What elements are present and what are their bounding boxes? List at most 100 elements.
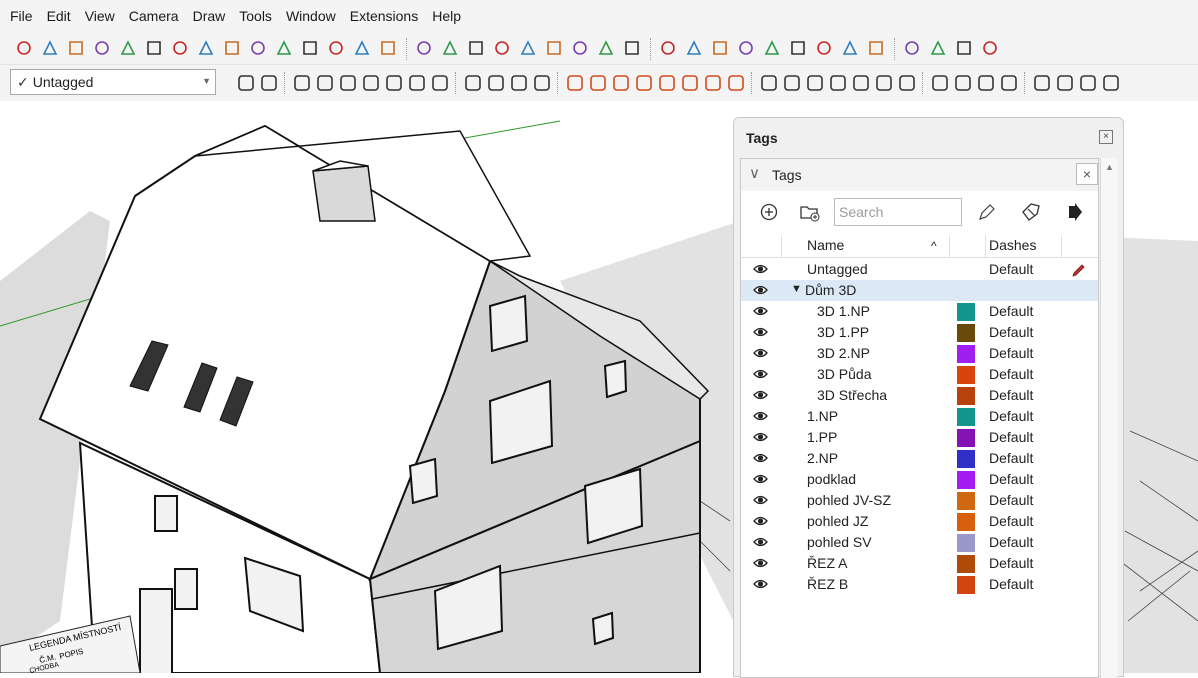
tag-dashes[interactable]: Default	[989, 387, 1033, 403]
style-tool-icon[interactable]	[634, 73, 654, 93]
tag-color-swatch[interactable]	[957, 324, 975, 342]
two-point-arc-icon[interactable]	[196, 38, 216, 58]
rotate-icon[interactable]	[466, 38, 486, 58]
style-tool-icon[interactable]	[361, 73, 381, 93]
style-tool-icon[interactable]	[1055, 73, 1075, 93]
tag-dashes[interactable]: Default	[989, 429, 1033, 445]
style-tool-icon[interactable]	[1078, 73, 1098, 93]
style-tool-icon[interactable]	[680, 73, 700, 93]
menu-draw[interactable]: Draw	[186, 8, 233, 24]
eye-icon[interactable]	[753, 536, 768, 548]
style-tool-icon[interactable]	[953, 73, 973, 93]
arc-icon[interactable]	[170, 38, 190, 58]
style-tool-icon[interactable]	[611, 73, 631, 93]
top-view-icon[interactable]	[902, 38, 922, 58]
tag-color-swatch[interactable]	[957, 303, 975, 321]
style-tool-icon[interactable]	[828, 73, 848, 93]
freehand-icon[interactable]	[40, 38, 60, 58]
polygon-icon[interactable]	[144, 38, 164, 58]
tag-row[interactable]: 3D Půda Default	[741, 364, 1098, 385]
style-tool-icon[interactable]	[759, 73, 779, 93]
iso-view-icon[interactable]	[866, 38, 886, 58]
three-point-arc-icon[interactable]	[248, 38, 268, 58]
front-view-icon[interactable]	[928, 38, 948, 58]
eye-icon[interactable]	[753, 305, 768, 317]
add-tag-icon[interactable]	[757, 200, 781, 224]
section-plane-icon[interactable]	[544, 38, 564, 58]
eye-icon[interactable]	[753, 515, 768, 527]
style-tool-icon[interactable]	[726, 73, 746, 93]
tag-dashes[interactable]: Default	[989, 261, 1033, 277]
tag-dashes[interactable]: Default	[989, 450, 1033, 466]
circle-icon[interactable]	[118, 38, 138, 58]
tag-color-swatch[interactable]	[957, 408, 975, 426]
style-tool-icon[interactable]	[565, 73, 585, 93]
style-tool-icon[interactable]	[1101, 73, 1121, 93]
eye-icon[interactable]	[753, 452, 768, 464]
style-tool-icon[interactable]	[782, 73, 802, 93]
eye-icon[interactable]	[753, 284, 768, 296]
eye-icon[interactable]	[753, 494, 768, 506]
tag-color-swatch[interactable]	[957, 513, 975, 531]
sort-ascending-icon[interactable]: ^	[931, 239, 937, 253]
tag-dashes[interactable]: Default	[989, 492, 1033, 508]
scroll-up-icon[interactable]: ▲	[1105, 162, 1114, 172]
tag-color-swatch[interactable]	[957, 534, 975, 552]
chevron-down-icon[interactable]: ∨	[749, 164, 760, 182]
eye-icon[interactable]	[753, 410, 768, 422]
zoom-extents-icon[interactable]	[736, 38, 756, 58]
tag-row[interactable]: 3D 1.NP Default	[741, 301, 1098, 322]
style-tool-icon[interactable]	[703, 73, 723, 93]
menu-tools[interactable]: Tools	[232, 8, 279, 24]
tag-row[interactable]: pohled JZ Default	[741, 511, 1098, 532]
tag-color-swatch[interactable]	[957, 429, 975, 447]
pencil-icon[interactable]	[14, 38, 34, 58]
tag-row[interactable]: Untagged Default	[741, 259, 1098, 280]
tag-color-swatch[interactable]	[957, 450, 975, 468]
tag-dashes[interactable]: Default	[989, 366, 1033, 382]
details-arrow-icon[interactable]	[1063, 200, 1087, 224]
tag-color-swatch[interactable]	[957, 366, 975, 384]
tag-color-icon[interactable]	[1019, 200, 1043, 224]
style-tool-icon[interactable]	[486, 73, 506, 93]
add-folder-icon[interactable]	[798, 200, 822, 224]
follow-me-icon[interactable]	[300, 38, 320, 58]
style-tool-icon[interactable]	[657, 73, 677, 93]
eye-icon[interactable]	[753, 263, 768, 275]
tag-row[interactable]: pohled JV-SZ Default	[741, 490, 1098, 511]
tag-row[interactable]: ŘEZ A Default	[741, 553, 1098, 574]
tag-dashes[interactable]: Default	[989, 303, 1033, 319]
scale-icon[interactable]	[492, 38, 512, 58]
zoom-window-icon[interactable]	[710, 38, 730, 58]
menu-camera[interactable]: Camera	[122, 8, 186, 24]
pan-icon[interactable]	[658, 38, 678, 58]
active-tag-dropdown[interactable]: ✓ Untagged ▼	[10, 69, 216, 95]
tag-row[interactable]: ŘEZ B Default	[741, 574, 1098, 595]
tag-color-swatch[interactable]	[957, 492, 975, 510]
tray-close-icon[interactable]: ×	[1099, 130, 1113, 144]
previous-icon[interactable]	[762, 38, 782, 58]
tag-color-swatch[interactable]	[957, 387, 975, 405]
style-tool-icon[interactable]	[259, 73, 279, 93]
tag-row[interactable]: 1.PP Default	[741, 427, 1098, 448]
tags-scrollbar[interactable]: ▲	[1100, 158, 1118, 678]
eye-icon[interactable]	[753, 557, 768, 569]
orbit-icon[interactable]	[622, 38, 642, 58]
menu-view[interactable]: View	[78, 8, 122, 24]
menu-file[interactable]: File	[0, 8, 40, 24]
protractor-icon[interactable]	[570, 38, 590, 58]
pie-icon[interactable]	[222, 38, 242, 58]
tag-dashes[interactable]: Default	[989, 513, 1033, 529]
tag-row[interactable]: podklad Default	[741, 469, 1098, 490]
search-input[interactable]	[834, 198, 962, 226]
panel-close-button[interactable]: ×	[1076, 163, 1098, 185]
style-tool-icon[interactable]	[430, 73, 450, 93]
eye-icon[interactable]	[753, 578, 768, 590]
pencil-icon[interactable]	[975, 200, 999, 224]
tag-color-swatch[interactable]	[957, 345, 975, 363]
menu-help[interactable]: Help	[425, 8, 468, 24]
position-camera-icon[interactable]	[840, 38, 860, 58]
walk-icon[interactable]	[788, 38, 808, 58]
style-tool-icon[interactable]	[588, 73, 608, 93]
eye-icon[interactable]	[753, 473, 768, 485]
